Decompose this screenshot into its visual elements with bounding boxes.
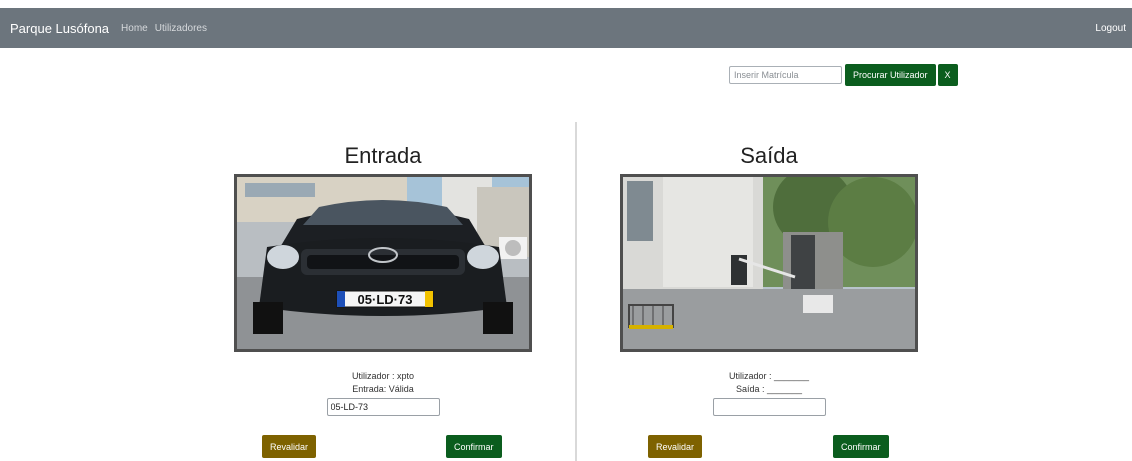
saida-info: Utilizador : _______ Saída : _______: [619, 370, 919, 416]
saida-camera-image: [620, 174, 918, 352]
nav-link-utilizadores[interactable]: Utilizadores: [155, 23, 207, 34]
entrada-camera-image: 05·LD·73: [234, 174, 532, 352]
saida-status-line: Saída : _______: [735, 384, 803, 394]
saida-actions: Revalidar Confirmar: [619, 435, 919, 459]
entrada-status-line: Entrada: Válida: [352, 384, 414, 394]
panel-divider: [575, 122, 577, 461]
saida-title: Saída: [740, 143, 798, 168]
clear-search-button[interactable]: X: [937, 64, 958, 86]
plate-search-input[interactable]: [729, 66, 842, 84]
saida-user-line: Utilizador : _______: [728, 371, 810, 381]
entrada-revalidate-button[interactable]: Revalidar: [262, 435, 317, 458]
logout-link[interactable]: Logout: [1095, 23, 1126, 34]
saida-revalidate-button[interactable]: Revalidar: [648, 435, 703, 458]
entrada-plate-input[interactable]: [326, 398, 440, 416]
saida-plate-input[interactable]: [712, 398, 826, 416]
navbar: Parque Lusófona Home Utilizadores Logout: [0, 8, 1132, 48]
plate-text: 05·LD·73: [358, 292, 413, 307]
entrada-title: Entrada: [344, 143, 422, 168]
entrada-panel: Entrada 05·LD·73 Utilizador: xpto Entra…: [233, 140, 533, 459]
entrada-user-line: Utilizador : xpto: [351, 371, 415, 381]
entrada-info: Utilizador : xpto Entrada: Válida: [233, 370, 533, 416]
saida-panel: Saída Utilizador : _______ Saída : _____: [619, 140, 919, 459]
entrada-confirm-button[interactable]: Confirmar: [446, 435, 502, 458]
search-user-button[interactable]: Procurar Utilizador: [845, 64, 936, 86]
nav-link-home[interactable]: Home: [121, 23, 148, 34]
gate-photo: [623, 177, 915, 349]
search-bar: Procurar Utilizador X: [729, 64, 958, 86]
saida-confirm-button[interactable]: Confirmar: [833, 435, 889, 458]
brand[interactable]: Parque Lusófona: [10, 21, 109, 36]
car-photo: 05·LD·73: [237, 177, 529, 349]
entrada-actions: Revalidar Confirmar: [233, 435, 533, 459]
